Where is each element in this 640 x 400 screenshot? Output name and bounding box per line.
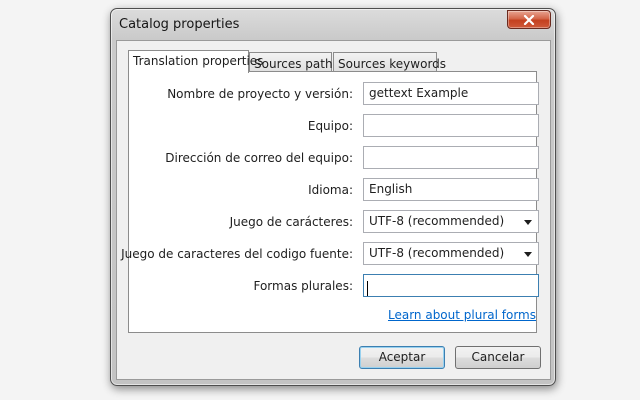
accept-button[interactable]: Aceptar — [359, 346, 445, 369]
language-input[interactable]: English — [363, 178, 539, 201]
text-caret — [367, 281, 368, 296]
tab-sources-keywords[interactable]: Sources keywords — [333, 52, 446, 72]
dialog-body: Translation properties Sources paths Sou… — [116, 40, 551, 380]
charset-label: Juego de carácteres: — [229, 215, 353, 229]
translation-properties-panel: Nombre de proyecto y versión: gettext Ex… — [121, 71, 539, 333]
cancel-button[interactable]: Cancelar — [455, 346, 541, 369]
plural-forms-link-row: Learn about plural forms — [127, 308, 536, 322]
team-email-label: Dirección de correo del equipo: — [165, 151, 353, 165]
source-charset-value: UTF-8 (recommended) — [369, 246, 505, 260]
dropdown-arrow-icon — [524, 252, 532, 257]
team-input[interactable] — [363, 114, 539, 137]
close-button[interactable] — [507, 10, 551, 29]
team-label: Equipo: — [307, 119, 353, 133]
source-charset-label: Juego de caracteres del codigo fuente: — [121, 247, 353, 261]
project-name-input[interactable]: gettext Example — [363, 82, 539, 105]
dropdown-arrow-icon — [524, 220, 532, 225]
close-icon — [523, 14, 535, 25]
dialog-title: Catalog properties — [119, 17, 240, 32]
learn-plural-forms-link[interactable]: Learn about plural forms — [388, 308, 536, 322]
language-label: Idioma: — [308, 183, 353, 197]
catalog-properties-dialog: Catalog properties Translation propertie… — [110, 8, 556, 386]
charset-select[interactable]: UTF-8 (recommended) — [363, 210, 539, 233]
plural-forms-input[interactable] — [363, 274, 539, 297]
project-name-label: Nombre de proyecto y versión: — [167, 87, 353, 101]
tab-translation-properties[interactable]: Translation properties — [128, 50, 263, 73]
source-charset-select[interactable]: UTF-8 (recommended) — [363, 242, 539, 265]
team-email-input[interactable] — [363, 146, 539, 169]
charset-value: UTF-8 (recommended) — [369, 214, 505, 228]
plural-forms-label: Formas plurales: — [253, 279, 353, 293]
